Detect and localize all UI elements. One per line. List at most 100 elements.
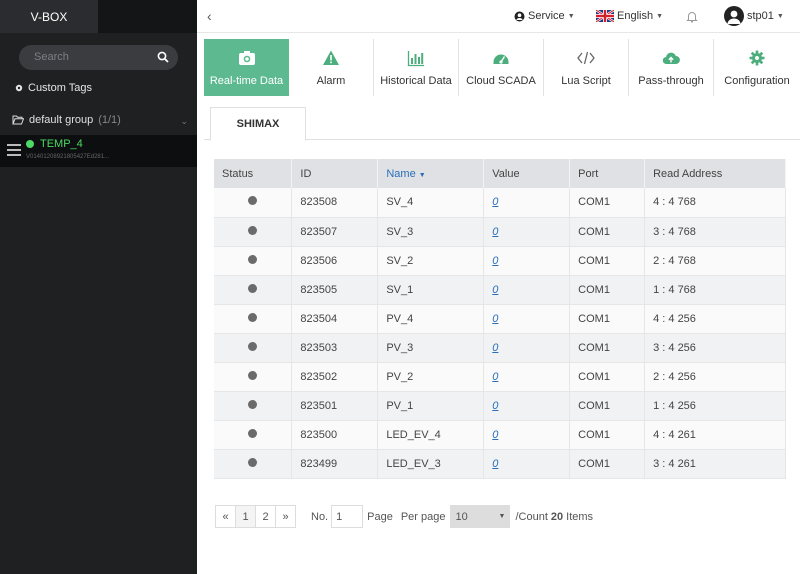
search-input[interactable] <box>34 51 154 63</box>
device-item-temp4[interactable]: TEMP_4 V01401208921805427Ed281... <box>0 135 197 167</box>
port-cell: COM1 <box>569 420 646 450</box>
value-link[interactable]: 0 <box>492 255 498 267</box>
read-address-cell: 2 : 4 768 <box>644 246 786 276</box>
tab-label: Cloud SCADA <box>466 74 536 87</box>
table-header-row: Status ID Name ▼ Value Port Read Address <box>214 159 786 188</box>
port-cell: COM1 <box>569 362 646 392</box>
read-address-cell: 3 : 4 256 <box>644 333 786 363</box>
tab-real-time-data[interactable]: Real-time Data <box>204 39 289 96</box>
status-cell <box>214 275 293 305</box>
service-label: Service <box>528 10 565 22</box>
tab-pass-through[interactable]: Pass-through <box>629 39 714 96</box>
table-row[interactable]: 823507 SV_3 0 COM1 3 : 4 768 <box>214 217 786 247</box>
tab-label: Alarm <box>316 74 346 87</box>
status-cell <box>214 217 293 247</box>
name-cell: PV_3 <box>377 333 485 363</box>
table-row[interactable]: 823503 PV_3 0 COM1 3 : 4 256 <box>214 333 786 363</box>
table-row[interactable]: 823501 PV_1 0 COM1 1 : 4 256 <box>214 391 786 421</box>
search-icon[interactable] <box>157 51 169 63</box>
status-cell <box>214 304 293 334</box>
sort-desc-icon: ▼ <box>418 171 426 179</box>
user-menu[interactable]: stp01 ▼ <box>724 6 784 26</box>
name-cell: LED_EV_3 <box>377 449 485 479</box>
table-row[interactable]: 823505 SV_1 0 COM1 1 : 4 768 <box>214 275 786 305</box>
column-header-id[interactable]: ID <box>291 159 379 188</box>
language-label: English <box>617 10 654 22</box>
port-cell: COM1 <box>569 217 646 247</box>
per-page-select[interactable]: 10 ▼ <box>450 505 511 528</box>
cloud-upload-icon <box>662 52 680 64</box>
column-header-name-label: Name <box>386 167 416 180</box>
value-link[interactable]: 0 <box>492 400 498 412</box>
status-dot-icon <box>248 370 258 380</box>
pagination: « 1 2 » No. 1 Page Per page 10 ▼ /Count … <box>215 505 593 528</box>
menu-icon[interactable] <box>7 144 21 156</box>
caret-down-icon: ▼ <box>656 12 664 20</box>
tab-configuration[interactable]: Configuration <box>714 39 800 96</box>
value-cell: 0 <box>483 362 571 392</box>
status-cell <box>214 188 293 218</box>
value-link[interactable]: 0 <box>492 458 498 470</box>
status-cell <box>214 420 293 450</box>
column-header-value: Value <box>483 159 571 188</box>
value-cell: 0 <box>483 449 571 479</box>
sub-tab-shimax[interactable]: SHIMAX <box>210 107 306 141</box>
value-cell: 0 <box>483 333 571 363</box>
table-row[interactable]: 823500 LED_EV_4 0 COM1 4 : 4 261 <box>214 420 786 450</box>
id-cell: 823505 <box>291 275 379 305</box>
tab-lua-script[interactable]: Lua Script <box>544 39 629 96</box>
group-count: (1/1) <box>98 114 121 126</box>
custom-tags-label: Custom Tags <box>28 82 92 94</box>
caret-down-icon: ▼ <box>498 513 506 520</box>
id-cell: 823506 <box>291 246 379 276</box>
value-cell: 0 <box>483 246 571 276</box>
table-row[interactable]: 823499 LED_EV_3 0 COM1 3 : 4 261 <box>214 449 786 479</box>
tab-label: Pass-through <box>638 74 704 87</box>
search-box[interactable] <box>19 45 178 70</box>
id-cell: 823501 <box>291 391 379 421</box>
value-link[interactable]: 0 <box>492 226 498 238</box>
table-row[interactable]: 823504 PV_4 0 COM1 4 : 4 256 <box>214 304 786 334</box>
tab-historical-data[interactable]: Historical Data <box>374 39 459 96</box>
read-address-cell: 3 : 4 768 <box>644 217 786 247</box>
bell-icon[interactable] <box>686 10 698 23</box>
page-button-1[interactable]: 1 <box>235 505 256 528</box>
language-menu[interactable]: English ▼ <box>596 10 663 22</box>
service-menu[interactable]: Service ▼ <box>514 10 575 22</box>
page-button-2[interactable]: 2 <box>255 505 276 528</box>
value-link[interactable]: 0 <box>492 371 498 383</box>
port-cell: COM1 <box>569 449 646 479</box>
value-cell: 0 <box>483 217 571 247</box>
uk-flag-icon <box>596 10 614 22</box>
column-header-name[interactable]: Name ▼ <box>377 159 485 188</box>
id-cell: 823500 <box>291 420 379 450</box>
group-default[interactable]: default group (1/1) ⌄ <box>12 114 188 126</box>
gear-icon <box>15 84 23 92</box>
avatar <box>724 6 744 26</box>
prev-page-button[interactable]: « <box>215 505 236 528</box>
table-row[interactable]: 823502 PV_2 0 COM1 2 : 4 256 <box>214 362 786 392</box>
value-link[interactable]: 0 <box>492 313 498 325</box>
tab-alarm[interactable]: Alarm <box>289 39 374 96</box>
tab-cloud-scada[interactable]: Cloud SCADA <box>459 39 544 96</box>
value-link[interactable]: 0 <box>492 342 498 354</box>
chevron-left-icon[interactable]: ‹ <box>207 8 212 24</box>
tab-label: Historical Data <box>380 74 452 87</box>
value-link[interactable]: 0 <box>492 429 498 441</box>
port-cell: COM1 <box>569 304 646 334</box>
table-row[interactable]: 823506 SV_2 0 COM1 2 : 4 768 <box>214 246 786 276</box>
value-cell: 0 <box>483 420 571 450</box>
name-cell: SV_4 <box>377 188 485 218</box>
value-link[interactable]: 0 <box>492 196 498 208</box>
table-row[interactable]: 823508 SV_4 0 COM1 4 : 4 768 <box>214 188 786 218</box>
custom-tags-link[interactable]: Custom Tags <box>14 82 92 94</box>
value-link[interactable]: 0 <box>492 284 498 296</box>
name-cell: PV_4 <box>377 304 485 334</box>
page-number-input[interactable]: 1 <box>331 505 364 528</box>
page-number-label: No. <box>311 510 329 523</box>
status-dot-icon <box>248 254 258 264</box>
next-page-button[interactable]: » <box>275 505 296 528</box>
column-header-port: Port <box>569 159 646 188</box>
chevron-down-icon[interactable]: ⌄ <box>180 116 188 127</box>
tab-label: Real-time Data <box>209 74 284 87</box>
